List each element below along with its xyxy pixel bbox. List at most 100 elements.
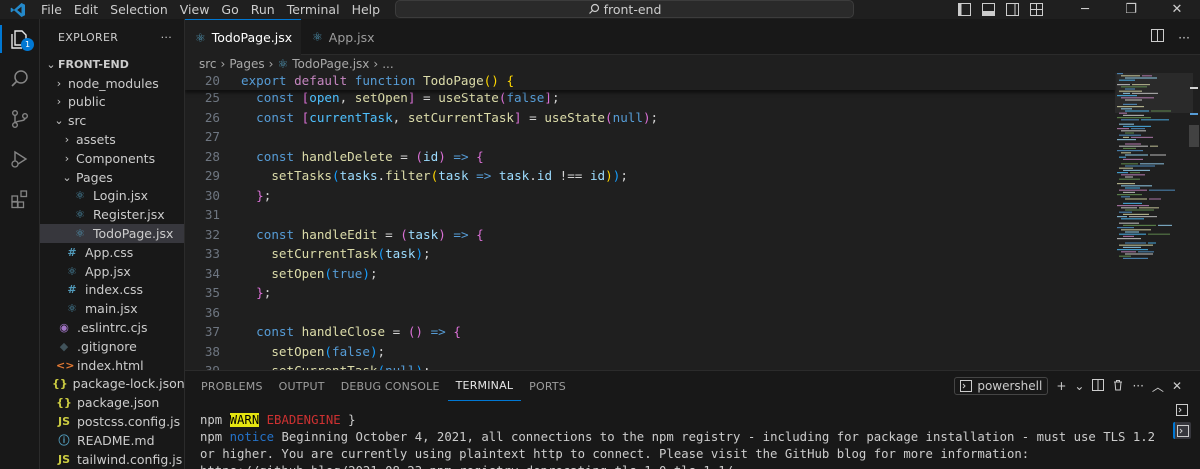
code-token: setOpen	[354, 90, 408, 105]
editor-scrollbar[interactable]	[1186, 73, 1200, 370]
breadcrumb-symbol[interactable]: ...	[382, 57, 393, 71]
menu-item-selection[interactable]: Selection	[104, 0, 174, 19]
tab-todopage[interactable]: ⚛ TodoPage.jsx	[185, 19, 301, 55]
more-actions-icon[interactable]: ···	[1132, 379, 1143, 393]
file-item[interactable]: ◆ .gitignore	[40, 337, 184, 356]
file-item[interactable]: ⚛ Login.jsx	[40, 187, 184, 206]
folder-item[interactable]: › public	[40, 93, 184, 112]
minimize-icon[interactable]: ─	[1062, 0, 1108, 19]
close-panel-icon[interactable]: ✕	[1172, 379, 1182, 393]
terminal-selector[interactable]: powershell	[954, 377, 1049, 395]
file-item[interactable]: ⚛ Register.jsx	[40, 205, 184, 224]
search-activity[interactable]	[0, 59, 40, 99]
new-terminal-icon[interactable]: +	[1056, 379, 1066, 393]
code-token: }	[256, 187, 264, 203]
breadcrumb-src[interactable]: src	[199, 57, 217, 71]
file-item[interactable]: <> index.html	[40, 356, 184, 375]
terminal-instance-icon[interactable]	[1173, 401, 1191, 418]
terminal-instance-icon[interactable]	[1173, 422, 1191, 439]
search-box[interactable]: front-end	[395, 0, 854, 18]
folder-item[interactable]: › assets	[40, 130, 184, 149]
chevron-down-icon[interactable]: ⌄	[1074, 379, 1084, 393]
restore-icon[interactable]: ❐	[1108, 0, 1154, 19]
code-editor[interactable]: 20 export default function TodoPage() {25…	[185, 73, 1200, 370]
code-text: const handleClose = () => {	[241, 324, 461, 339]
folder-item[interactable]: ⌄ Pages	[40, 168, 184, 187]
breadcrumb-pages[interactable]: Pages	[229, 57, 264, 71]
code-token: (	[415, 148, 424, 164]
minimap-line	[1123, 103, 1137, 105]
file-item[interactable]: # App.css	[40, 243, 184, 262]
source-control-activity[interactable]	[0, 99, 40, 139]
minimap[interactable]	[1115, 73, 1193, 370]
menu-item-view[interactable]: View	[174, 0, 216, 19]
more-actions-icon[interactable]: ···	[161, 31, 172, 44]
file-tree: › node_modules › public ⌄ src › assets › Componen…	[40, 74, 184, 469]
extensions-activity[interactable]	[0, 179, 40, 219]
menu-item-help[interactable]: Help	[346, 0, 387, 19]
folder-item[interactable]: › Components	[40, 149, 184, 168]
tab-problems[interactable]: PROBLEMS	[193, 371, 271, 401]
react-icon: ⚛	[195, 30, 206, 45]
file-item[interactable]: # index.css	[40, 281, 184, 300]
minimap-line	[1119, 233, 1146, 235]
vscode-logo-icon[interactable]	[0, 0, 35, 19]
trash-icon[interactable]	[1112, 379, 1124, 394]
tree-item-label: App.jsx	[85, 263, 131, 279]
file-type-icon: ⚛	[75, 189, 85, 203]
folder-item[interactable]: › node_modules	[40, 74, 184, 93]
menu-item-terminal[interactable]: Terminal	[281, 0, 346, 19]
file-item[interactable]: JS tailwind.config.js	[40, 450, 184, 469]
minimap-line	[1125, 88, 1135, 90]
file-item[interactable]: ⚛ main.jsx	[40, 299, 184, 318]
code-line: 28 const handleDelete = (id) => {	[185, 147, 1115, 166]
code-token: false	[506, 90, 545, 105]
chevron-right-icon: ›	[373, 57, 379, 71]
tab-debug-console[interactable]: DEBUG CONSOLE	[333, 371, 448, 401]
layout-grid-icon[interactable]	[1024, 0, 1048, 19]
tab-ports[interactable]: PORTS	[521, 371, 574, 401]
explorer-root-folder[interactable]: ⌄ FRONT-END	[40, 55, 184, 74]
scrollbar-thumb[interactable]	[1189, 125, 1199, 147]
file-item[interactable]: {} package.json	[40, 393, 184, 412]
code-token: ;	[369, 265, 378, 281]
explorer-activity[interactable]: 1	[0, 19, 40, 59]
layout-customize-icon[interactable]	[952, 0, 976, 19]
minimap-line	[1117, 84, 1130, 86]
breadcrumb-file[interactable]: TodoPage.jsx	[292, 57, 369, 71]
run-debug-activity[interactable]	[0, 139, 40, 179]
code-token: {	[506, 73, 515, 88]
split-terminal-icon[interactable]	[1092, 378, 1105, 394]
menu-item-run[interactable]: Run	[245, 0, 281, 19]
code-token: open	[309, 90, 340, 105]
line-number: 36	[204, 304, 220, 320]
file-item[interactable]: ◉ .eslintrc.cjs	[40, 318, 184, 337]
tree-item-label: tailwind.config.js	[77, 451, 183, 467]
menu-item-go[interactable]: Go	[215, 0, 244, 19]
file-item[interactable]: JS postcss.config.js	[40, 412, 184, 431]
tab-output[interactable]: OUTPUT	[271, 371, 333, 401]
react-icon: ⚛	[277, 57, 289, 71]
maximize-panel-icon[interactable]: ︿	[1152, 378, 1164, 395]
toggle-secondary-sidebar-icon[interactable]	[1000, 0, 1024, 19]
close-window-icon[interactable]: ✕	[1154, 0, 1200, 19]
file-item[interactable]: ⓘ README.md	[40, 431, 184, 450]
file-item[interactable]: {} package-lock.json	[40, 375, 184, 394]
tab-terminal[interactable]: TERMINAL	[447, 371, 522, 401]
split-editor-icon[interactable]	[1151, 29, 1165, 45]
code-token: handleEdit	[301, 226, 378, 242]
folder-item[interactable]: ⌄ src	[40, 111, 184, 130]
menu-item-file[interactable]: File	[35, 0, 68, 19]
tab-app[interactable]: ⚛ App.jsx	[302, 19, 392, 55]
code-token: (	[605, 109, 613, 125]
file-item[interactable]: ⚛ App.jsx	[40, 262, 184, 281]
terminal-output[interactable]: npm WARN EBADENGINE } npm notice Beginnin…	[200, 412, 1160, 469]
menu-item-edit[interactable]: Edit	[68, 0, 104, 19]
toggle-panel-icon[interactable]	[976, 0, 1000, 19]
minimap-line	[1119, 222, 1139, 224]
more-actions-icon[interactable]: ···	[1178, 30, 1190, 45]
file-item[interactable]: ⚛ TodoPage.jsx	[40, 224, 184, 243]
terminal-line: npm WARN EBADENGINE }	[200, 412, 1160, 429]
